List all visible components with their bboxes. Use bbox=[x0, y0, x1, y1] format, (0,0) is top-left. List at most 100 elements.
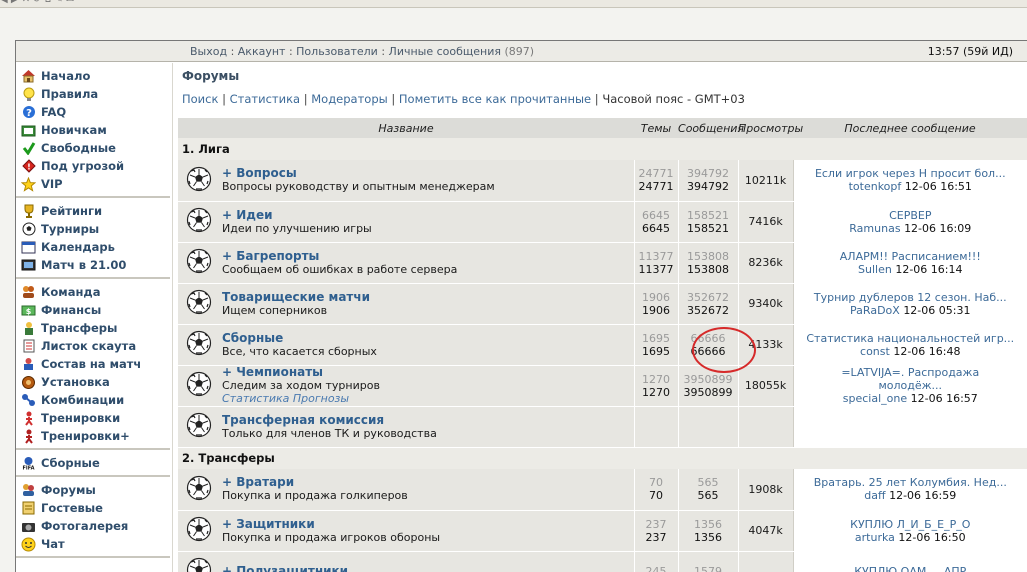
sidebar-item[interactable]: Тренировки+ bbox=[16, 427, 170, 445]
last-post-topic-link[interactable]: Турнир дублеров 12 сезон. Наб... bbox=[798, 291, 1024, 304]
last-post-author-link[interactable]: PaRaDoX bbox=[850, 304, 900, 317]
mark-all-read-link[interactable]: Пометить все как прочитанные bbox=[399, 92, 591, 106]
forum-title-link[interactable]: + Багрепорты bbox=[222, 249, 319, 263]
last-post-topic-link[interactable]: АЛАРМ!! Расписанием!!! bbox=[798, 250, 1024, 263]
forum-description: Покупка и продажа игроков обороны bbox=[222, 530, 441, 544]
last-post-author-link[interactable]: daff bbox=[864, 489, 885, 502]
last-post-author-link[interactable]: Ramunas bbox=[849, 222, 900, 235]
forum-title-link[interactable]: Товарищеские матчи bbox=[222, 290, 370, 304]
last-post-author-link[interactable]: totenkopf bbox=[849, 180, 902, 193]
category-title: 2. Трансферы bbox=[178, 447, 1027, 469]
sidebar-item[interactable]: Установка bbox=[16, 373, 170, 391]
last-post-topic-link-cont[interactable]: молодёж... bbox=[798, 379, 1024, 392]
posts-previous: 1356 bbox=[694, 517, 723, 531]
sidebar-item[interactable]: Календарь bbox=[16, 238, 170, 256]
scout-icon bbox=[20, 338, 37, 354]
sidebar-item[interactable]: Состав на матч bbox=[16, 355, 170, 373]
forum-title-link[interactable]: + Чемпионаты bbox=[222, 365, 323, 379]
topics-cell bbox=[633, 406, 679, 448]
sidebar-item-label: FAQ bbox=[41, 105, 67, 119]
forum-row: Товарищеские матчи Ищем соперников 1906 190… bbox=[178, 283, 1027, 325]
moderators-link[interactable]: Модераторы bbox=[311, 92, 387, 106]
sidebar-item[interactable]: ? FAQ bbox=[16, 103, 170, 121]
forum-description: Сообщаем об ошибках в работе сервера bbox=[222, 262, 458, 276]
logout-link[interactable]: Выход bbox=[190, 45, 227, 58]
forum-name-cell: + Чемпионаты Следим за ходом турниров Стат… bbox=[220, 365, 635, 407]
forum-sublinks[interactable]: Статистика Прогнозы bbox=[222, 392, 349, 405]
forum-name-cell: Сборные Все, что касается сборных bbox=[220, 324, 635, 366]
last-post-topic-link[interactable]: Если игрок через Н просит бол... bbox=[798, 167, 1024, 180]
topics-previous: 1906 bbox=[642, 290, 671, 304]
forum-title-link[interactable]: + Полузащитники bbox=[222, 564, 348, 572]
svg-text:FIFA: FIFA bbox=[23, 466, 35, 471]
sidebar-item[interactable]: Новичкам bbox=[16, 121, 170, 139]
sidebar-item[interactable]: Гостевые bbox=[16, 499, 170, 517]
soccer-ball-icon bbox=[186, 516, 212, 542]
sidebar-item[interactable]: Тренировки bbox=[16, 409, 170, 427]
last-post-topic-link[interactable]: Вратарь. 25 лет Колумбия. Нед... bbox=[798, 476, 1024, 489]
sidebar-item-label: Комбинации bbox=[41, 393, 125, 407]
forum-name-cell: + Вратари Покупка и продажа голкиперов bbox=[220, 469, 635, 511]
posts-cell: 565 565 bbox=[677, 469, 739, 511]
sidebar-item[interactable]: Фотогалерея bbox=[16, 517, 170, 535]
last-post-author-link[interactable]: arturka bbox=[855, 531, 895, 544]
forum-title-link[interactable]: + Вопросы bbox=[222, 166, 297, 180]
topics-previous: 1695 bbox=[642, 331, 671, 345]
sidebar-item[interactable]: Комбинации bbox=[16, 391, 170, 409]
views-count: 8236k bbox=[737, 242, 794, 284]
soccer-ball-icon bbox=[186, 166, 212, 192]
forum-name-cell: + Полузащитники bbox=[220, 551, 635, 572]
sidebar-item[interactable]: Начало bbox=[16, 67, 170, 85]
checkmark-icon bbox=[20, 140, 37, 156]
sidebar-item-label: Правила bbox=[41, 87, 99, 101]
sidebar-item[interactable]: VIP bbox=[16, 175, 170, 193]
private-messages-link[interactable]: Личные сообщения bbox=[389, 45, 501, 58]
sidebar-item[interactable]: Матч в 21.00 bbox=[16, 256, 170, 274]
sidebar-item[interactable]: Команда bbox=[16, 283, 170, 301]
last-post-topic-link[interactable]: КУПЛЮ Л_И_Б_Е_Р_О bbox=[798, 518, 1024, 531]
posts-cell: 66666 66666 bbox=[677, 324, 739, 366]
last-post-author-link[interactable]: const bbox=[860, 345, 890, 358]
search-link[interactable]: Поиск bbox=[182, 92, 218, 106]
sidebar-item[interactable]: Рейтинги bbox=[16, 202, 170, 220]
soccer-ball-icon bbox=[186, 207, 212, 233]
sidebar-item[interactable]: Свободные bbox=[16, 139, 170, 157]
sidebar-item[interactable]: Чат bbox=[16, 535, 170, 553]
users-link[interactable]: Пользователи bbox=[296, 45, 378, 58]
last-post-topic-link[interactable]: КУПЛЮ ОАМ ... АПР bbox=[798, 565, 1024, 572]
sidebar-item[interactable]: Листок скаута bbox=[16, 337, 170, 355]
forum-title-link[interactable]: Трансферная комиссия bbox=[222, 413, 384, 427]
last-post-topic-link[interactable]: Статистика национальностей игр... bbox=[798, 332, 1024, 345]
forum-title-link[interactable]: + Вратари bbox=[222, 475, 294, 489]
forum-title-link[interactable]: + Идеи bbox=[222, 208, 273, 222]
sidebar-item[interactable]: Трансферы bbox=[16, 319, 170, 337]
statistics-link[interactable]: Статистика bbox=[230, 92, 300, 106]
trophy-icon bbox=[20, 203, 37, 219]
last-post-topic-link[interactable]: СЕРВЕР bbox=[798, 209, 1024, 222]
topics-cell: 11377 11377 bbox=[633, 242, 679, 284]
sidebar-item[interactable]: Форумы bbox=[16, 481, 170, 499]
sidebar-item-label: Тренировки+ bbox=[41, 429, 130, 443]
account-link[interactable]: Аккаунт bbox=[238, 45, 286, 58]
topics-count: 6645 bbox=[642, 221, 671, 235]
sidebar-item-label: VIP bbox=[41, 177, 63, 191]
last-post-topic-link[interactable]: =LATVIJA=. Распродажа bbox=[798, 366, 1024, 379]
soccer-ball-icon bbox=[186, 557, 212, 572]
sidebar-item[interactable]: $ Финансы bbox=[16, 301, 170, 319]
header-posts: Сообщения bbox=[678, 118, 744, 138]
sidebar-item[interactable]: FIFA Сборные bbox=[16, 454, 170, 472]
forum-icon-cell bbox=[178, 406, 220, 448]
sidebar-item[interactable]: Турниры bbox=[16, 220, 170, 238]
forum-icon-cell bbox=[178, 283, 220, 325]
forum-icon-cell bbox=[178, 324, 220, 366]
team-icon bbox=[20, 284, 37, 300]
forum-description: Покупка и продажа голкиперов bbox=[222, 489, 408, 503]
sidebar-item[interactable]: Правила bbox=[16, 85, 170, 103]
topics-count: 11377 bbox=[638, 262, 674, 276]
last-post-author-link[interactable]: Sullen bbox=[858, 263, 892, 276]
forum-title-link[interactable]: Сборные bbox=[222, 331, 283, 345]
last-post-author-link[interactable]: special_one bbox=[843, 392, 907, 405]
sidebar-item[interactable]: ! Под угрозой bbox=[16, 157, 170, 175]
forum-title-link[interactable]: + Защитники bbox=[222, 517, 315, 531]
sidebar-item-label: Новичкам bbox=[41, 123, 107, 137]
